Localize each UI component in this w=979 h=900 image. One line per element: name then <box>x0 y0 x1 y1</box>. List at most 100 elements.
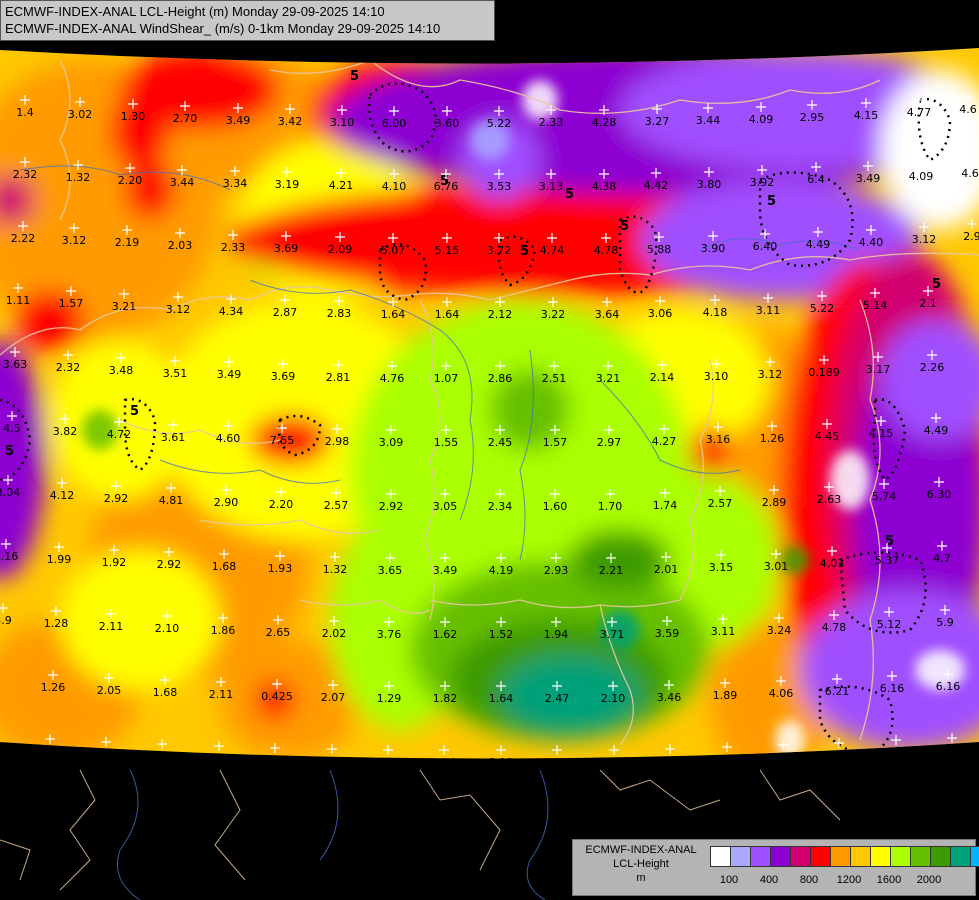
wind-shear-value: 4.6 <box>961 167 979 180</box>
wind-shear-value: 4.49 <box>806 238 831 251</box>
wind-shear-value: 4.49 <box>924 424 949 437</box>
legend-title-model: ECMWF-INDEX-ANAL <box>585 844 697 856</box>
wind-shear-value: 3.15 <box>709 561 734 574</box>
wind-shear-value: 3.69 <box>274 242 299 255</box>
legend-swatch <box>911 847 931 866</box>
wind-shear-value: 2.57 <box>708 497 733 510</box>
wind-shear-value: 6.40 <box>753 240 778 253</box>
wind-shear-value: 1.29 <box>377 692 402 705</box>
wind-shear-value: 3.63 <box>3 358 28 371</box>
wind-shear-value: 2.97 <box>597 436 622 449</box>
wind-shear-value: 3.49 <box>856 172 881 185</box>
wind-shear-value: 4.18 <box>703 306 728 319</box>
svg-text:5: 5 <box>565 187 574 202</box>
wind-shear-value: 2.92 <box>104 492 129 505</box>
wind-shear-value: 3.64 <box>595 308 620 321</box>
legend-swatch <box>971 847 979 866</box>
wind-shear-value: 1.93 <box>268 562 293 575</box>
wind-shear-value: 3.04 <box>0 486 20 499</box>
wind-shear-value: 3.12 <box>912 233 937 246</box>
wind-shear-value: 5.74 <box>872 490 897 503</box>
wind-shear-value: 1.52 <box>489 628 514 641</box>
wind-shear-value: 2.92 <box>379 500 404 513</box>
wind-shear-value: 1.89 <box>713 689 738 702</box>
wind-shear-value: 4.34 <box>219 305 244 318</box>
wind-shear-value: 0.189 <box>808 366 840 379</box>
wind-shear-value: 3.51 <box>163 367 188 380</box>
wind-shear-value: 2.22 <box>11 232 36 245</box>
wind-shear-value: 4.15 <box>854 109 879 122</box>
wind-shear-value: 2.92 <box>157 558 182 571</box>
wind-shear-value: 3.10 <box>704 370 729 383</box>
wind-shear-value: 1.86 <box>211 624 236 637</box>
wind-shear-value: 3.59 <box>655 627 680 640</box>
wind-shear-value: 4.10 <box>382 180 407 193</box>
wind-shear-value: 2.1 <box>919 297 937 310</box>
wind-shear-value: 1.70 <box>598 500 623 513</box>
wind-shear-value: 2.10 <box>155 622 180 635</box>
wind-shear-value: 1.4 <box>16 106 34 119</box>
wind-shear-value: 2.45 <box>488 436 513 449</box>
wind-shear-value: 1.07 <box>434 372 459 385</box>
legend-tick-labels: 100 400 800 1200 1600 2000 <box>710 874 975 888</box>
wind-shear-value: 6.00 <box>382 117 407 130</box>
wind-shear-value: 2.93 <box>544 564 569 577</box>
wind-shear-value: 3.34 <box>223 177 248 190</box>
wind-shear-value: 4.60 <box>216 432 241 445</box>
wind-shear-value: 5.37 <box>875 554 900 567</box>
wind-shear-value: 1.99 <box>47 553 72 566</box>
wind-shear-value: 3.53 <box>487 180 512 193</box>
wind-shear-value: 3.12 <box>166 303 191 316</box>
legend-swatch <box>711 847 731 866</box>
wind-shear-value: 1.11 <box>6 294 31 307</box>
wind-shear-value: 2.32 <box>56 361 81 374</box>
wind-shear-value: 2.05 <box>97 684 122 697</box>
wind-shear-value: 2.14 <box>650 371 675 384</box>
legend-tick-label: 1200 <box>836 874 862 886</box>
wind-shear-value: 2.11 <box>99 620 124 633</box>
wind-shear-value: 1.57 <box>59 297 84 310</box>
wind-shear-value: 3.92 <box>750 176 775 189</box>
svg-text:5: 5 <box>620 219 629 234</box>
wind-shear-value: 2.51 <box>542 372 567 385</box>
wind-shear-value: 2.34 <box>488 500 513 513</box>
wind-shear-value: 4.19 <box>489 564 514 577</box>
wind-shear-value: 3.65 <box>378 564 403 577</box>
wind-shear-value: 2.33 <box>539 116 564 129</box>
wind-shear-value: 1.92 <box>102 556 127 569</box>
wind-shear-value: 3.9 <box>0 614 12 627</box>
wind-shear-value: 1.60 <box>543 500 568 513</box>
legend-title-parameter: LCL-Height <box>613 858 669 870</box>
wind-shear-value: 3.44 <box>170 176 195 189</box>
wind-shear-value: 3.09 <box>379 436 404 449</box>
legend-swatch <box>731 847 751 866</box>
wind-shear-value: 4.38 <box>592 180 617 193</box>
wind-shear-value: 3.76 <box>377 628 402 641</box>
legend-swatch <box>851 847 871 866</box>
wind-shear-value: 4.12 <box>50 489 75 502</box>
wind-shear-value: 4.78 <box>594 244 619 257</box>
wind-shear-value: 2.87 <box>273 306 298 319</box>
wind-shear-value: 3.49 <box>226 114 251 127</box>
wind-shear-value: 3.05 <box>433 500 458 513</box>
wind-shear-value: 1.26 <box>760 432 785 445</box>
wind-shear-value: 2.03 <box>168 239 193 252</box>
wind-shear-value: 3.71 <box>600 628 625 641</box>
legend-title-unit: m <box>636 872 646 884</box>
title-line-wind-shear: ECMWF-INDEX-ANAL WindShear_ (m/s) 0-1km … <box>5 21 441 36</box>
wind-shear-value: 1.32 <box>66 171 91 184</box>
wind-shear-value: 4.27 <box>652 435 677 448</box>
wind-shear-value: 2.81 <box>326 371 351 384</box>
wind-shear-value: 5.22 <box>810 302 835 315</box>
wind-shear-value: 4.81 <box>159 494 184 507</box>
wind-shear-value: 6.16 <box>880 682 905 695</box>
wind-shear-value: 4.40 <box>859 236 884 249</box>
wind-shear-value: 2.47 <box>545 692 570 705</box>
wind-shear-value: 2.19 <box>115 236 140 249</box>
wind-shear-value: 4.09 <box>909 170 934 183</box>
wind-shear-value: 0.425 <box>261 690 293 703</box>
wind-shear-value: 3.12 <box>62 234 87 247</box>
wind-shear-value: 3.19 <box>275 178 300 191</box>
wind-shear-value: 1.32 <box>323 563 348 576</box>
wind-shear-value: 5.88 <box>647 243 672 256</box>
